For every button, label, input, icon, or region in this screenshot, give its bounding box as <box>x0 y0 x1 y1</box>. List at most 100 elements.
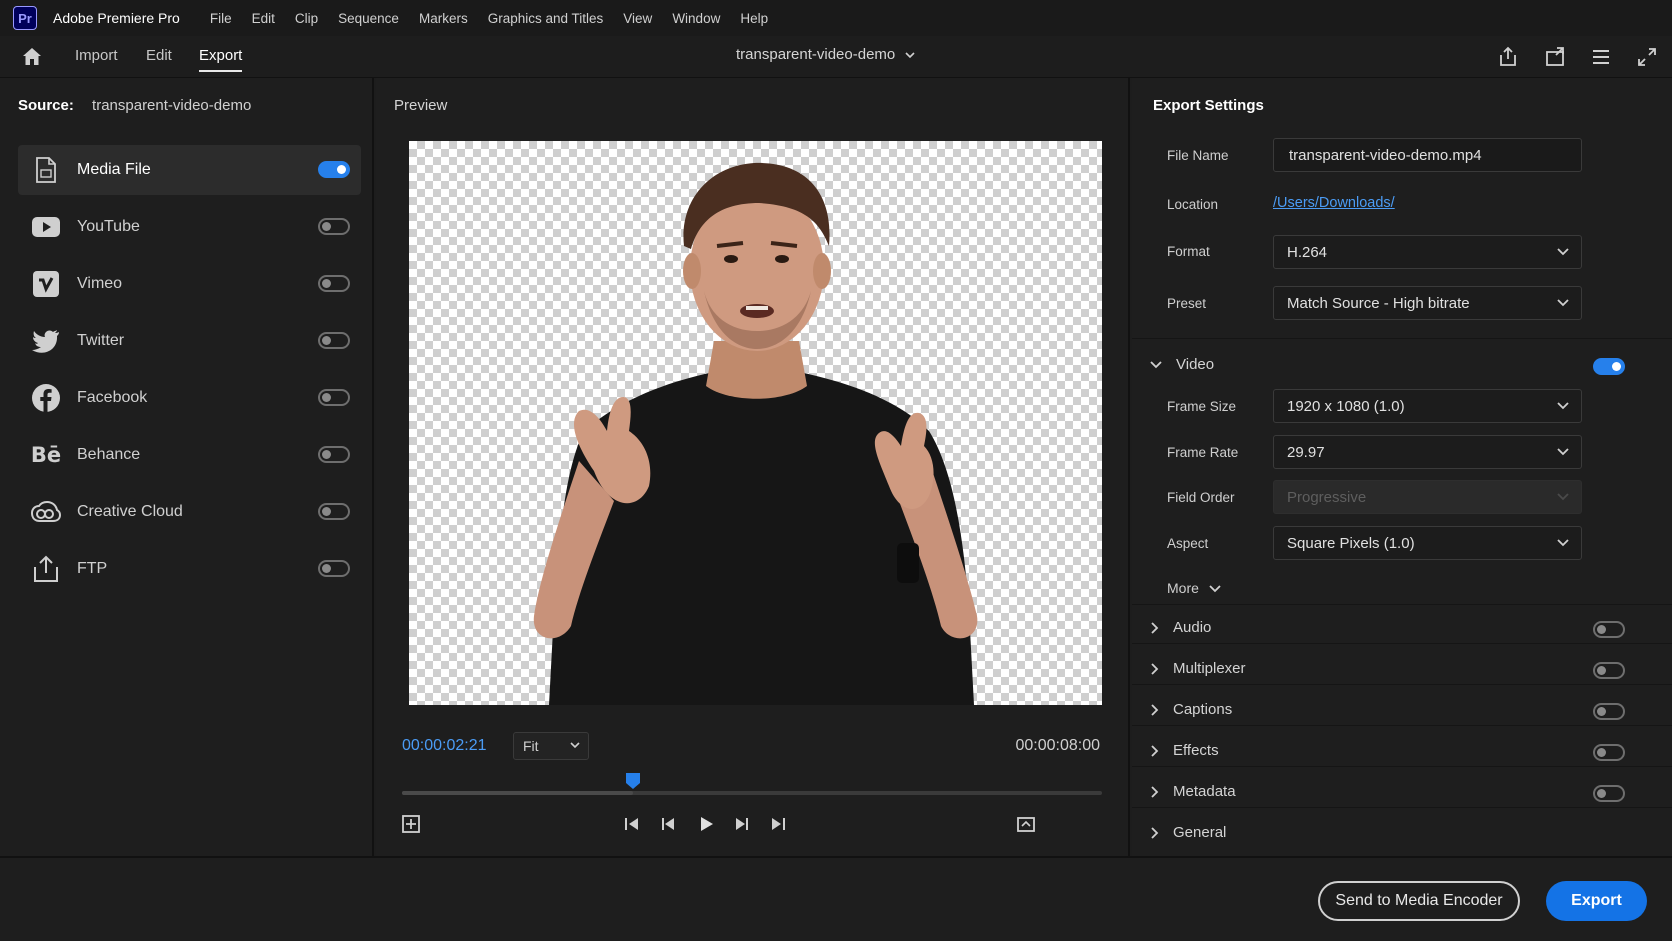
format-select[interactable]: H.264 <box>1273 235 1582 269</box>
tab-export[interactable]: Export <box>199 47 243 72</box>
frame-size-value: 1920 x 1080 (1.0) <box>1287 397 1405 415</box>
creative-cloud-toggle[interactable] <box>318 503 350 520</box>
media-file-icon <box>31 155 61 185</box>
destination-media-file[interactable]: Media File <box>18 145 361 195</box>
effects-toggle[interactable] <box>1593 744 1625 761</box>
quick-export-icon[interactable] <box>1543 45 1567 69</box>
destination-twitter[interactable]: Twitter <box>18 316 361 366</box>
play-icon[interactable] <box>696 814 716 834</box>
chevron-down-icon <box>1150 361 1162 369</box>
home-icon[interactable] <box>21 46 43 68</box>
section-general-header[interactable]: General <box>1150 824 1226 841</box>
section-captions-header[interactable]: Captions <box>1150 701 1232 718</box>
frame-size-select[interactable]: 1920 x 1080 (1.0) <box>1273 389 1582 423</box>
frame-rate-value: 29.97 <box>1287 443 1325 461</box>
ftp-toggle[interactable] <box>318 560 350 577</box>
current-timecode[interactable]: 00:00:02:21 <box>402 737 487 755</box>
location-link[interactable]: /Users/Downloads/ <box>1273 195 1395 211</box>
destination-label: Vimeo <box>77 275 123 292</box>
destination-creative-cloud[interactable]: Creative Cloud <box>18 487 361 537</box>
media-file-toggle[interactable] <box>318 161 350 178</box>
divider <box>1132 604 1672 605</box>
playhead-icon[interactable] <box>625 772 641 790</box>
twitter-icon <box>31 326 61 356</box>
more-label: More <box>1167 580 1199 596</box>
menu-file[interactable]: File <box>200 11 242 26</box>
menu-edit[interactable]: Edit <box>242 11 285 26</box>
zoom-value: Fit <box>523 738 539 754</box>
go-to-in-icon[interactable] <box>622 814 642 834</box>
behance-toggle[interactable] <box>318 446 350 463</box>
section-video-header[interactable]: Video <box>1150 356 1214 373</box>
file-name-input[interactable] <box>1273 138 1582 172</box>
share-icon[interactable] <box>1496 45 1520 69</box>
step-back-icon[interactable] <box>659 814 679 834</box>
divider <box>1132 766 1672 767</box>
menu-markers[interactable]: Markers <box>409 11 478 26</box>
behance-icon: Bē <box>30 443 62 467</box>
menu-icon[interactable] <box>1589 45 1613 69</box>
menu-view[interactable]: View <box>613 11 662 26</box>
frame-rate-select[interactable]: 29.97 <box>1273 435 1582 469</box>
section-audio-header[interactable]: Audio <box>1150 619 1211 636</box>
send-to-media-encoder-button[interactable]: Send to Media Encoder <box>1318 881 1520 921</box>
scrub-bar[interactable] <box>402 791 1102 795</box>
youtube-icon <box>31 212 61 242</box>
section-metadata-header[interactable]: Metadata <box>1150 783 1236 800</box>
audio-toggle[interactable] <box>1593 621 1625 638</box>
go-to-out-icon[interactable] <box>768 814 788 834</box>
twitter-toggle[interactable] <box>318 332 350 349</box>
tab-edit[interactable]: Edit <box>146 47 172 64</box>
step-forward-icon[interactable] <box>731 814 751 834</box>
vimeo-icon <box>31 269 61 299</box>
creative-cloud-icon <box>31 497 61 527</box>
captions-toggle[interactable] <box>1593 703 1625 720</box>
tab-import[interactable]: Import <box>75 47 118 64</box>
frame-rate-label: Frame Rate <box>1167 445 1239 460</box>
menu-graphics-and-titles[interactable]: Graphics and Titles <box>478 11 614 26</box>
fullscreen-icon[interactable] <box>1635 45 1659 69</box>
menu-help[interactable]: Help <box>730 11 778 26</box>
video-toggle[interactable] <box>1593 358 1625 375</box>
export-button[interactable]: Export <box>1546 881 1647 921</box>
chevron-down-icon <box>1557 299 1569 307</box>
menu-clip[interactable]: Clip <box>285 11 328 26</box>
metadata-toggle[interactable] <box>1593 785 1625 802</box>
preset-label: Preset <box>1167 296 1207 311</box>
menu-window[interactable]: Window <box>662 11 730 26</box>
export-frame-icon[interactable] <box>1016 814 1036 834</box>
source-line: Source: transparent-video-demo <box>18 97 251 114</box>
facebook-icon <box>31 383 61 413</box>
sequence-title-dropdown[interactable]: transparent-video-demo <box>736 46 915 63</box>
format-value: H.264 <box>1287 243 1328 261</box>
vimeo-toggle[interactable] <box>318 275 350 292</box>
menu-sequence[interactable]: Sequence <box>328 11 409 26</box>
field-order-value: Progressive <box>1287 488 1367 506</box>
zoom-select[interactable]: Fit <box>513 732 589 760</box>
workspace-nav: Import Edit Export transparent-video-dem… <box>0 36 1672 78</box>
section-effects-header[interactable]: Effects <box>1150 742 1219 759</box>
sequence-title: transparent-video-demo <box>736 46 896 63</box>
destination-facebook[interactable]: Facebook <box>18 373 361 423</box>
destination-vimeo[interactable]: Vimeo <box>18 259 361 309</box>
chevron-right-icon <box>1151 744 1159 757</box>
multiplexer-toggle[interactable] <box>1593 662 1625 679</box>
divider <box>1132 725 1672 726</box>
chevron-right-icon <box>1151 621 1159 634</box>
chevron-right-icon <box>1151 662 1159 675</box>
facebook-toggle[interactable] <box>318 389 350 406</box>
section-multiplexer-header[interactable]: Multiplexer <box>1150 660 1246 677</box>
chevron-right-icon <box>1151 703 1159 716</box>
destination-behance[interactable]: Bē Behance <box>18 430 361 480</box>
destination-youtube[interactable]: YouTube <box>18 202 361 252</box>
add-marker-icon[interactable] <box>401 814 421 834</box>
youtube-toggle[interactable] <box>318 218 350 235</box>
format-label: Format <box>1167 244 1210 259</box>
aspect-label: Aspect <box>1167 536 1209 551</box>
section-label: Audio <box>1173 619 1212 636</box>
preset-select[interactable]: Match Source - High bitrate <box>1273 286 1582 320</box>
aspect-select[interactable]: Square Pixels (1.0) <box>1273 526 1582 560</box>
destination-ftp[interactable]: FTP <box>18 544 361 594</box>
more-button[interactable]: More <box>1167 580 1221 596</box>
section-label: Multiplexer <box>1173 660 1246 677</box>
